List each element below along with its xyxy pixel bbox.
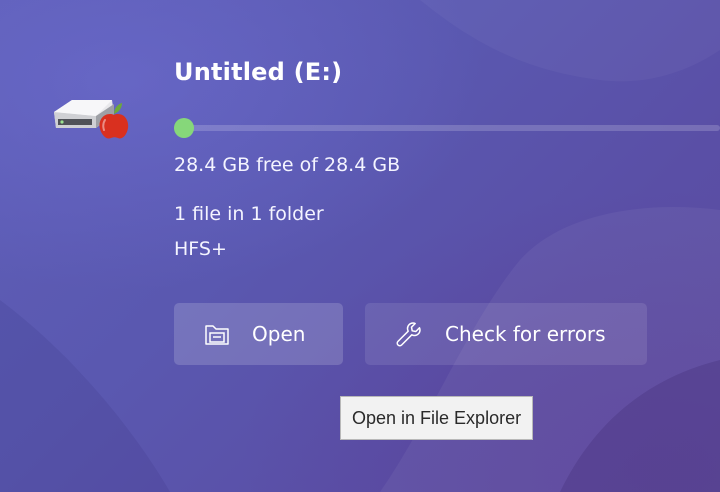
- tooltip: Open in File Explorer: [340, 396, 534, 440]
- drive-title: Untitled (E:): [174, 58, 343, 86]
- check-for-errors-button[interactable]: Check for errors: [365, 303, 647, 365]
- folder-open-icon: [202, 319, 232, 349]
- file-count-text: 1 file in 1 folder: [174, 203, 324, 225]
- open-button-label: Open: [252, 322, 306, 346]
- open-button[interactable]: Open: [174, 303, 343, 365]
- check-for-errors-label: Check for errors: [445, 322, 606, 346]
- filesystem-text: HFS+: [174, 238, 227, 260]
- usage-indicator-dot: [174, 118, 194, 138]
- wrench-icon: [393, 319, 423, 349]
- hard-drive-apple-icon: [50, 94, 134, 142]
- usage-track: [174, 125, 720, 131]
- free-space-text: 28.4 GB free of 28.4 GB: [174, 154, 401, 176]
- usage-bar: [174, 118, 720, 138]
